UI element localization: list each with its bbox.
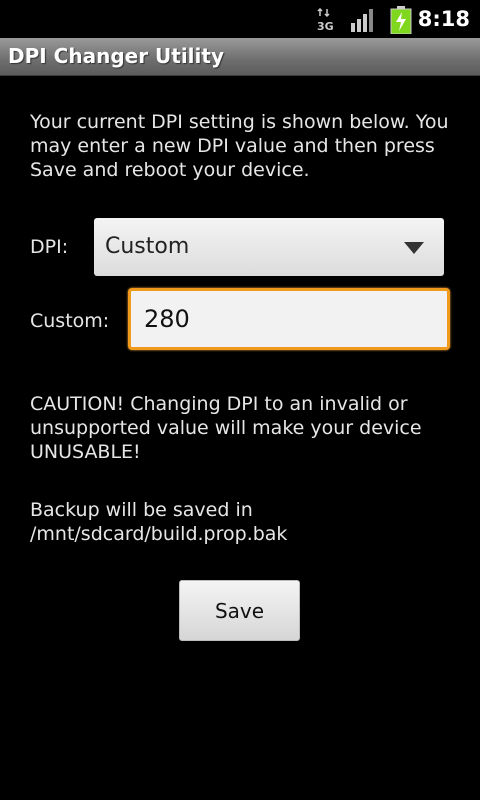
dpi-spinner[interactable]: Custom <box>94 218 444 276</box>
save-button[interactable]: Save <box>179 580 300 641</box>
caution-text: CAUTION! Changing DPI to an invalid or u… <box>30 393 422 463</box>
custom-dpi-input[interactable] <box>128 288 450 350</box>
custom-label: Custom: <box>30 310 110 332</box>
title-bar: DPI Changer Utility <box>0 38 480 76</box>
intro-text: Your current DPI setting is shown below.… <box>30 111 449 181</box>
dpi-selected-value: Custom <box>105 234 190 259</box>
network-3g-icon: 3G <box>317 8 334 32</box>
dpi-label: DPI: <box>30 236 69 258</box>
app-title: DPI Changer Utility <box>8 44 224 68</box>
battery-charging-icon <box>390 6 412 34</box>
status-bar: 3G 8:18 <box>0 0 480 38</box>
dropdown-arrow-icon <box>404 242 424 254</box>
svg-text:3G: 3G <box>317 20 334 32</box>
backup-text: Backup will be saved in /mnt/sdcard/buil… <box>30 499 288 545</box>
status-time: 8:18 <box>417 7 470 31</box>
signal-strength-icon <box>351 9 373 32</box>
